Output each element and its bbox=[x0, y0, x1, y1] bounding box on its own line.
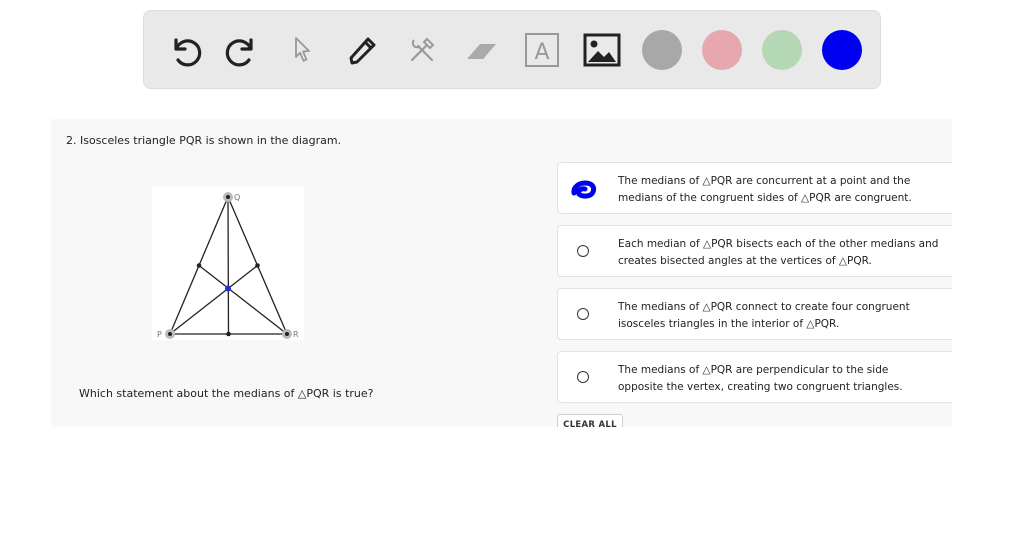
pointer-icon bbox=[295, 37, 310, 62]
label-q: Q bbox=[234, 193, 240, 202]
redo-icon bbox=[225, 38, 253, 67]
redo-button[interactable] bbox=[223, 30, 263, 70]
undo-icon bbox=[174, 38, 202, 67]
median-from-q bbox=[227, 196, 230, 335]
pen-icon bbox=[349, 37, 376, 65]
scribble-mark-icon bbox=[571, 180, 597, 199]
choice-a-text: The medians of △PQR are concurrent at a … bbox=[618, 175, 912, 204]
eraser-tool-button[interactable] bbox=[462, 30, 502, 70]
question-panel: 2. Isosceles triangle PQR is shown in th… bbox=[51, 119, 952, 427]
question-prompt: Which statement about the medians of △PQ… bbox=[79, 387, 374, 400]
wrench-hammer-icon bbox=[410, 37, 435, 62]
triangle-figure: Q P R bbox=[152, 187, 304, 340]
select-tool-button[interactable] bbox=[282, 30, 322, 70]
color-swatch-green[interactable] bbox=[762, 30, 802, 70]
eraser-icon bbox=[468, 44, 496, 59]
clear-all-button[interactable]: CLEAR ALL bbox=[557, 414, 623, 427]
drawing-toolbar: A bbox=[143, 10, 881, 89]
svg-text:A: A bbox=[534, 40, 549, 65]
choice-b-text: Each median of △PQR bisects each of the … bbox=[618, 238, 939, 267]
choice-d-text: The medians of △PQR are perpendicular to… bbox=[618, 364, 903, 393]
choice-c-radio[interactable] bbox=[577, 308, 589, 320]
color-swatch-blue[interactable] bbox=[822, 30, 862, 70]
text-tool-button[interactable]: A bbox=[522, 30, 562, 70]
choice-a[interactable]: The medians of △PQR are concurrent at a … bbox=[557, 162, 952, 214]
median-from-r bbox=[198, 264, 288, 335]
choice-b[interactable]: Each median of △PQR bisects each of the … bbox=[557, 225, 952, 277]
label-r: R bbox=[293, 330, 299, 339]
label-p: P bbox=[157, 330, 162, 339]
pen-tool-button[interactable] bbox=[342, 30, 382, 70]
choice-c[interactable]: The medians of △PQR connect to create fo… bbox=[557, 288, 952, 340]
question-title: 2. Isosceles triangle PQR is shown in th… bbox=[66, 134, 342, 147]
choice-b-radio[interactable] bbox=[577, 245, 589, 257]
text-box-icon: A bbox=[525, 33, 559, 67]
centroid-point bbox=[225, 285, 231, 292]
undo-button[interactable] bbox=[164, 30, 204, 70]
color-swatch-gray[interactable] bbox=[642, 30, 682, 70]
median-from-p bbox=[169, 264, 258, 335]
image-tool-button[interactable] bbox=[582, 30, 622, 70]
choice-d-radio[interactable] bbox=[577, 371, 589, 383]
tools-button[interactable] bbox=[402, 30, 442, 70]
color-swatch-pink[interactable] bbox=[702, 30, 742, 70]
midpoint-qr bbox=[255, 263, 260, 268]
midpoint-pr bbox=[226, 331, 231, 337]
choice-d[interactable]: The medians of △PQR are perpendicular to… bbox=[557, 351, 952, 403]
choice-c-text: The medians of △PQR connect to create fo… bbox=[618, 301, 910, 330]
image-icon bbox=[583, 33, 621, 67]
midpoint-pq bbox=[196, 263, 202, 268]
